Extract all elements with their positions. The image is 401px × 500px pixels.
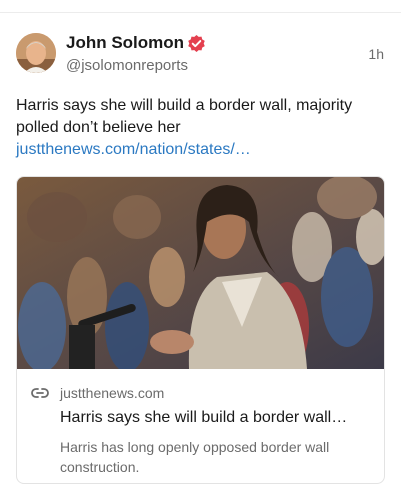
link-icon bbox=[31, 388, 49, 398]
post-text: Harris says she will build a border wall… bbox=[16, 97, 353, 136]
card-description: Harris has long openly opposed border wa… bbox=[60, 439, 330, 475]
post-link[interactable]: justthenews.com/nation/states/… bbox=[16, 139, 251, 161]
avatar-image bbox=[16, 33, 56, 73]
verified-badge-icon bbox=[188, 34, 205, 53]
author-handle[interactable]: @jsolomonreports bbox=[66, 57, 188, 74]
link-preview-meta: justthenews.com Harris says she will bui… bbox=[17, 369, 384, 483]
card-title[interactable]: Harris says she will build a border wall… bbox=[60, 409, 380, 427]
card-domain: justthenews.com bbox=[60, 385, 165, 401]
link-preview-card[interactable]: justthenews.com Harris says she will bui… bbox=[16, 176, 385, 484]
author-name[interactable]: John Solomon bbox=[66, 33, 184, 53]
link-preview-image bbox=[17, 177, 384, 369]
post-timestamp[interactable]: 1h bbox=[368, 46, 384, 62]
avatar[interactable] bbox=[16, 33, 56, 73]
post[interactable]: John Solomon @jsolomonreports 1h Harris … bbox=[0, 13, 401, 500]
